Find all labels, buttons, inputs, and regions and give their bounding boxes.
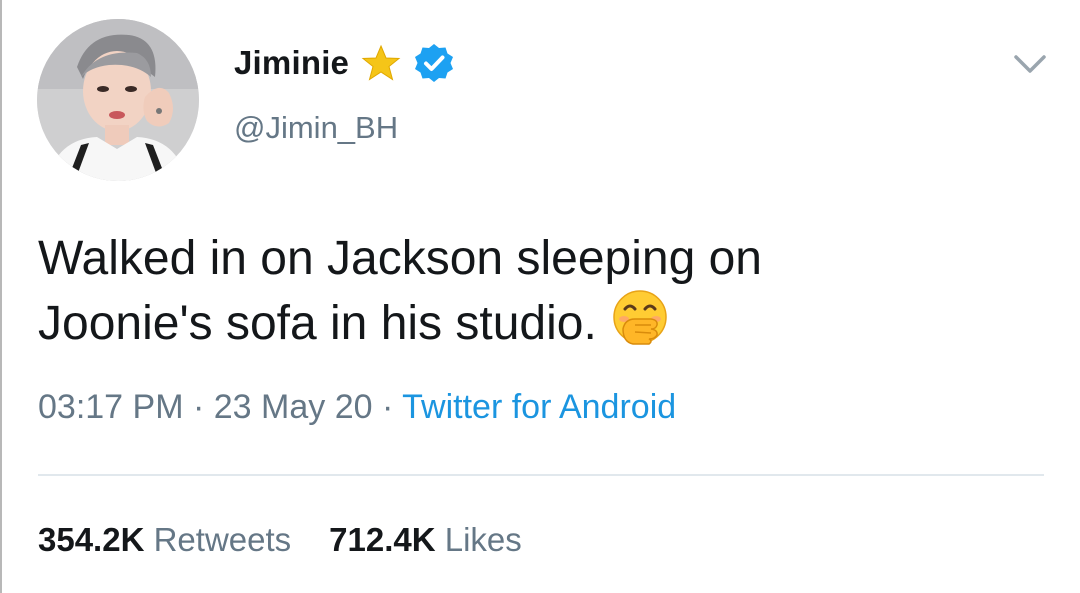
tweet-meta: 03:17 PM · 23 May 20 · Twitter for Andro… bbox=[38, 388, 676, 427]
display-name[interactable]: Jiminie bbox=[234, 44, 349, 82]
tweet-text-line-1: Walked in on Jackson sleeping on bbox=[38, 232, 762, 285]
avatar-image bbox=[37, 19, 199, 181]
divider bbox=[38, 474, 1044, 476]
likes-label: Likes bbox=[444, 521, 522, 558]
tweet-time: 03:17 PM bbox=[38, 388, 184, 426]
retweets-count: 354.2K bbox=[38, 521, 145, 558]
chevron-down-icon[interactable] bbox=[1012, 52, 1048, 76]
meta-separator: · bbox=[381, 388, 394, 426]
tweet-detail: Jiminie @Jimin_BH Walked in on Jackson s… bbox=[0, 0, 1080, 593]
left-border bbox=[0, 0, 2, 593]
author-handle[interactable]: @Jimin_BH bbox=[234, 110, 398, 146]
tweet-stats: 354.2K Retweets 712.4K Likes bbox=[38, 521, 522, 559]
tweet-source-link[interactable]: Twitter for Android bbox=[402, 388, 676, 426]
verified-icon bbox=[415, 44, 454, 82]
likes-stat[interactable]: 712.4K Likes bbox=[329, 521, 522, 558]
tweet-text: Walked in on Jackson sleeping on Joonie'… bbox=[38, 228, 1038, 354]
star-icon bbox=[361, 44, 401, 81]
meta-separator: · bbox=[192, 388, 205, 426]
tweet-text-line-2-content: Joonie's sofa in his studio. bbox=[38, 297, 597, 350]
face-with-hand-over-mouth-icon bbox=[613, 290, 667, 345]
retweets-label: Retweets bbox=[153, 521, 292, 558]
tweet-text-line-2: Joonie's sofa in his studio. bbox=[38, 289, 1038, 354]
avatar[interactable] bbox=[37, 19, 199, 181]
tweet-date: 23 May 20 bbox=[213, 388, 373, 426]
likes-count: 712.4K bbox=[329, 521, 436, 558]
author-name-row[interactable]: Jiminie bbox=[234, 40, 455, 86]
retweets-stat[interactable]: 354.2K Retweets bbox=[38, 521, 291, 558]
